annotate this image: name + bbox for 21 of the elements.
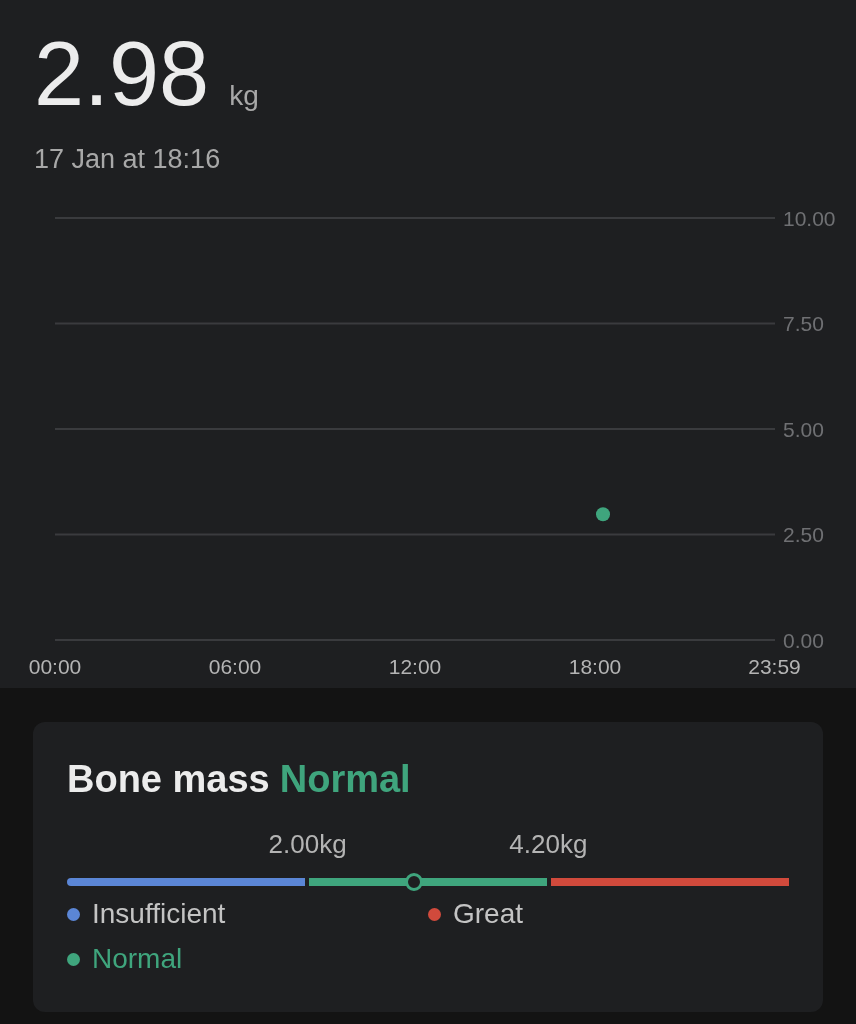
- axis-tick-label: 23:59: [748, 654, 801, 678]
- unit-label: kg: [229, 82, 259, 110]
- threshold-label: 4.20kg: [509, 831, 588, 857]
- axis-tick-label: 7.50: [783, 312, 824, 335]
- axis-tick-label: 0.00: [783, 628, 824, 652]
- measurement-value: 2.98: [34, 29, 210, 119]
- data-point: [596, 507, 610, 522]
- card-title: Bone mass: [67, 760, 270, 798]
- legend-label: Insufficient: [92, 900, 226, 928]
- axis-tick-label: 12:00: [388, 654, 442, 678]
- timestamp: 17 Jan at 18:16: [34, 146, 221, 173]
- axis-tick-label: 18:00: [568, 654, 622, 678]
- legend-label: Great: [453, 900, 524, 928]
- axis-tick-label: 06:00: [208, 654, 262, 678]
- axis-tick-label: 5.00: [783, 417, 824, 441]
- legend-label: Normal: [92, 945, 183, 973]
- axis-tick-label: 00:00: [28, 654, 82, 678]
- threshold-label: 2.00kg: [268, 831, 347, 857]
- axis-tick-label: 2.50: [783, 523, 824, 546]
- axis-tick-label: 10.00: [783, 206, 836, 230]
- status-label: Normal: [279, 760, 411, 798]
